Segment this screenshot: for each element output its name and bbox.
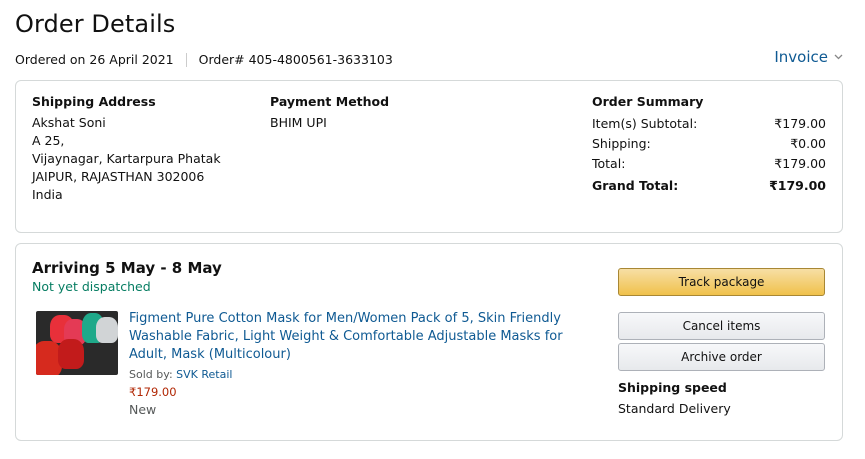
shipping-address-section: Shipping Address Akshat Soni A 25, Vijay…	[32, 94, 252, 204]
order-summary-title: Order Summary	[592, 94, 704, 109]
order-meta: Ordered on 26 April 2021 Order# 405-4800…	[15, 52, 393, 67]
address-line: JAIPUR, RAJASTHAN 302006	[32, 169, 205, 184]
summary-row-total: Total: ₹179.00	[592, 154, 826, 174]
product-thumbnail[interactable]	[36, 311, 118, 375]
ordered-on-date: Ordered on 26 April 2021	[15, 52, 174, 67]
summary-label: Item(s) Subtotal:	[592, 116, 698, 131]
summary-value: ₹179.00	[774, 156, 826, 171]
invoice-label: Invoice	[774, 48, 828, 66]
shipping-speed-value: Standard Delivery	[618, 401, 731, 416]
summary-value: ₹179.00	[774, 116, 826, 131]
product-condition: New	[129, 402, 157, 417]
summary-value: ₹179.00	[769, 178, 826, 193]
shipping-address-title: Shipping Address	[32, 94, 156, 109]
payment-method-section: Payment Method BHIM UPI	[270, 94, 470, 132]
summary-label: Total:	[592, 156, 626, 171]
address-line: Akshat Soni	[32, 115, 106, 130]
payment-method-value: BHIM UPI	[270, 115, 327, 130]
order-summary-card: Shipping Address Akshat Soni A 25, Vijay…	[15, 80, 843, 233]
shipping-speed-label: Shipping speed	[618, 380, 727, 395]
seller-link[interactable]: SVK Retail	[176, 368, 232, 381]
shipment-card: Arriving 5 May - 8 May Not yet dispatche…	[15, 243, 843, 441]
summary-value: ₹0.00	[790, 136, 826, 151]
product-price: ₹179.00	[129, 385, 177, 399]
payment-method-title: Payment Method	[270, 94, 390, 109]
address-line: A 25,	[32, 133, 65, 148]
arrival-window: Arriving 5 May - 8 May	[32, 259, 222, 277]
order-number: Order# 405-4800561-3633103	[198, 52, 393, 67]
address-line: India	[32, 187, 63, 202]
invoice-dropdown[interactable]: Invoice	[774, 48, 843, 66]
address-line: Vijaynagar, Kartarpura Phatak	[32, 151, 221, 166]
summary-row-subtotal: Item(s) Subtotal: ₹179.00	[592, 114, 826, 134]
meta-divider	[185, 52, 187, 67]
product-title-link[interactable]: Figment Pure Cotton Mask for Men/Women P…	[129, 310, 589, 364]
chevron-down-icon	[834, 52, 843, 63]
track-package-button[interactable]: Track package	[618, 268, 825, 296]
dispatch-status: Not yet dispatched	[32, 279, 151, 294]
summary-row-shipping: Shipping: ₹0.00	[592, 134, 826, 154]
sold-by: Sold by: SVK Retail	[129, 368, 232, 381]
summary-row-grand-total: Grand Total: ₹179.00	[592, 176, 826, 196]
order-summary-section: Order Summary Item(s) Subtotal: ₹179.00 …	[592, 94, 826, 196]
cancel-items-button[interactable]: Cancel items	[618, 312, 825, 340]
archive-order-button[interactable]: Archive order	[618, 343, 825, 371]
summary-label: Grand Total:	[592, 178, 679, 193]
sold-by-prefix: Sold by:	[129, 368, 177, 381]
page-title: Order Details	[15, 10, 176, 38]
summary-label: Shipping:	[592, 136, 651, 151]
